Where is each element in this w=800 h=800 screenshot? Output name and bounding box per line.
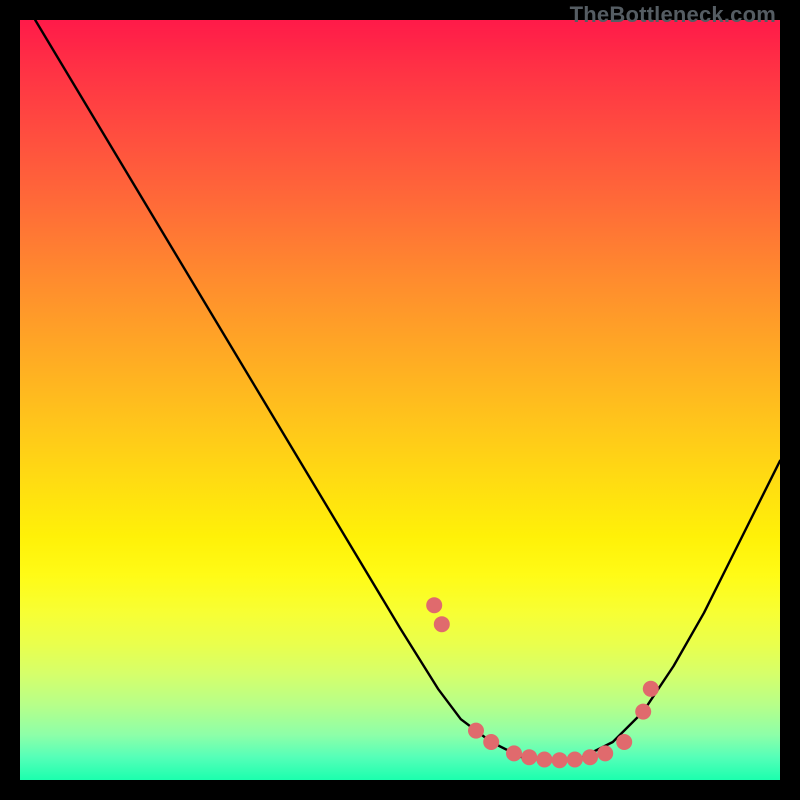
attribution-text: TheBottleneck.com [570, 2, 776, 28]
highlight-dot [536, 752, 552, 768]
bottleneck-chart [20, 20, 780, 780]
highlight-dot [643, 681, 659, 697]
highlight-dot [582, 749, 598, 765]
highlight-dot [616, 734, 632, 750]
highlight-dot [521, 749, 537, 765]
highlight-dot [635, 704, 651, 720]
bottleneck-curve [35, 20, 780, 761]
highlight-dots-group [426, 597, 659, 768]
highlight-dot [426, 597, 442, 613]
highlight-dot [468, 723, 484, 739]
chart-frame [20, 20, 780, 780]
highlight-dot [434, 616, 450, 632]
highlight-dot [567, 752, 583, 768]
highlight-dot [506, 745, 522, 761]
highlight-dot [597, 745, 613, 761]
highlight-dot [483, 734, 499, 750]
highlight-dot [552, 752, 568, 768]
